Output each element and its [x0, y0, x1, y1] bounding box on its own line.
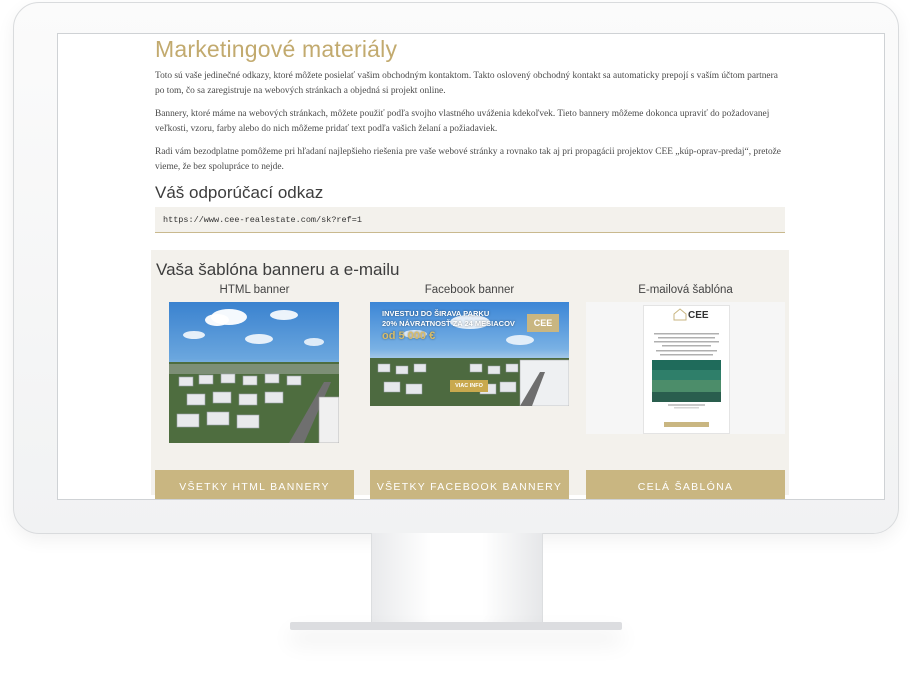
- facebook-banner-image[interactable]: INVESTUJ DO ŠIRAVA PARKU 20% NÁVRATNOSŤ …: [370, 302, 569, 406]
- html-banner-label: HTML banner: [219, 284, 290, 296]
- screen: Marketingové materiály Toto sú vaše jedi…: [57, 33, 885, 500]
- monitor-stand-neck: [371, 533, 543, 625]
- fb-banner-price: od 5 000 €: [382, 330, 436, 342]
- email-preview-card: CEE: [643, 305, 730, 434]
- html-banner-image[interactable]: [169, 302, 339, 443]
- email-template-label: E-mailová šablóna: [638, 284, 733, 296]
- email-template-image[interactable]: CEE: [586, 302, 785, 434]
- html-banner-column: HTML banner VŠETKY HTML BANNERY: [155, 284, 354, 499]
- monitor-stand-base: [290, 622, 622, 630]
- fb-banner-cta[interactable]: VIAC INFO: [450, 380, 488, 392]
- referral-link-box[interactable]: https://www.cee-realestate.com/sk?ref=1: [155, 207, 785, 233]
- intro-paragraph-3: Radi vám bezodplatne pomôžeme pri hľadan…: [155, 147, 781, 172]
- fb-banner-line-1: INVESTUJ DO ŠIRAVA PARKU: [382, 309, 490, 318]
- all-facebook-banners-button[interactable]: VŠETKY FACEBOOK BANNERY: [370, 470, 569, 499]
- cee-logo: CEE: [527, 314, 559, 332]
- page-title: Marketingové materiály: [155, 36, 398, 62]
- email-preview-illustration: [652, 308, 721, 427]
- main-content: Marketingové materiály Toto sú vaše jedi…: [155, 34, 787, 233]
- facebook-banner-column: Facebook banner INVESTUJ DO ŠIRAVA PARKU…: [370, 284, 569, 499]
- email-template-column: E-mailová šablóna CEE CELÁ ŠABLÓNA: [586, 284, 785, 499]
- full-template-button[interactable]: CELÁ ŠABLÓNA: [586, 470, 785, 499]
- intro-paragraph-2: Bannery, ktoré máme na webových stránkac…: [155, 109, 770, 134]
- fb-banner-headline: INVESTUJ DO ŠIRAVA PARKU 20% NÁVRATNOSŤ …: [382, 309, 515, 342]
- aerial-village-illustration: [169, 309, 339, 443]
- facebook-banner-label: Facebook banner: [424, 284, 515, 296]
- monitor-frame: Marketingové materiály Toto sú vaše jedi…: [13, 2, 899, 534]
- templates-title: Vaša šablóna banneru a e-mailu: [156, 260, 400, 279]
- referral-title: Váš odporúčací odkaz: [155, 183, 324, 202]
- intro-paragraph-1: Toto sú vaše jedinečné odkazy, ktoré môž…: [155, 71, 778, 96]
- fb-banner-line-2: 20% NÁVRATNOSŤ ZA 24 MESIACOV: [382, 319, 515, 328]
- templates-panel: Vaša šablóna banneru a e-mailu HTML bann…: [151, 250, 789, 499]
- email-cee-logo: CEE: [688, 310, 709, 321]
- all-html-banners-button[interactable]: VŠETKY HTML BANNERY: [155, 470, 354, 499]
